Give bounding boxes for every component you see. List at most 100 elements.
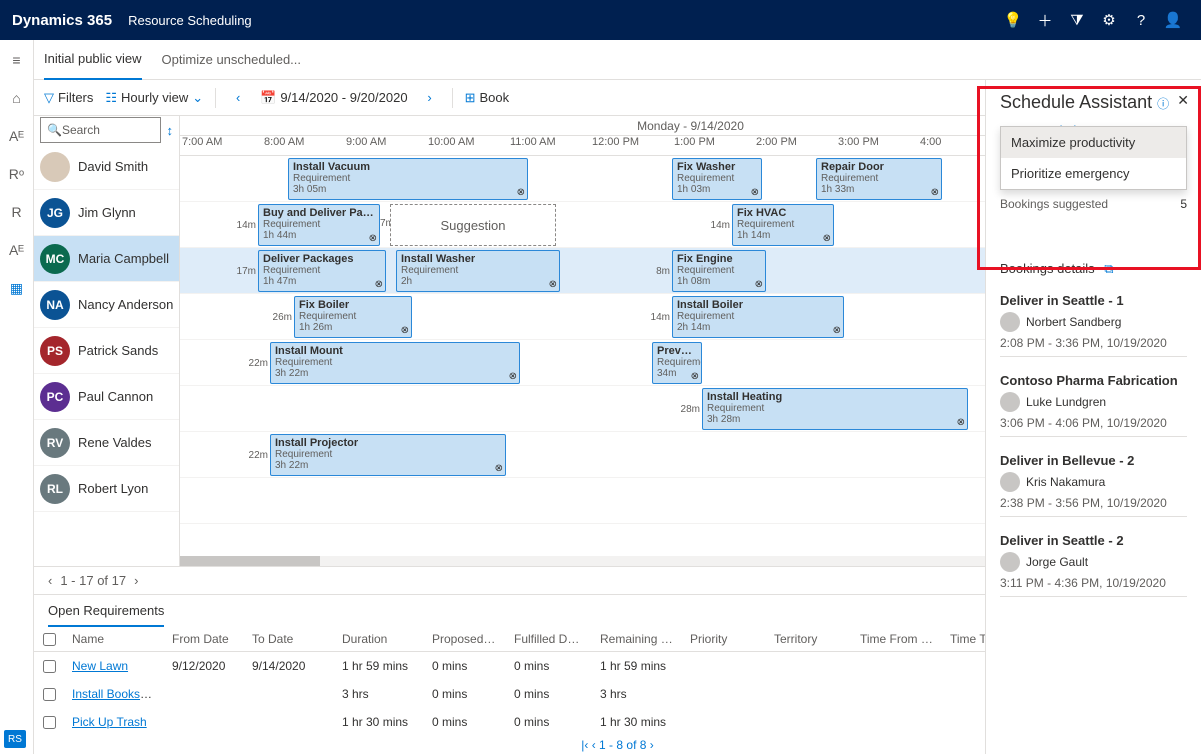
booking-block[interactable]: Install VacuumRequirement3h 05m⊗ <box>288 158 528 200</box>
bpager-first[interactable]: |‹ <box>581 738 588 752</box>
schedule-board-icon[interactable]: ▦ <box>5 276 29 300</box>
next-range-button[interactable]: › <box>420 90 440 105</box>
nav-icon-1[interactable]: Aᴱ <box>5 124 29 148</box>
booking-block[interactable]: Install ProjectorRequirement3h 22m⊗ <box>270 434 506 476</box>
resource-name: Robert Lyon <box>78 481 148 496</box>
avatar: MC <box>40 244 70 274</box>
tab-initial-public-view[interactable]: Initial public view <box>44 40 142 80</box>
avatar: PC <box>40 382 70 412</box>
lightbulb-icon[interactable]: 💡 <box>997 4 1029 36</box>
detail-time: 3:06 PM - 4:06 PM, 10/19/2020 <box>1000 416 1187 437</box>
select-all-checkbox[interactable] <box>43 633 56 646</box>
gear-icon[interactable]: ⚙ <box>1093 4 1125 36</box>
booking-block[interactable]: Fix WasherRequirement1h 03m⊗ <box>672 158 762 200</box>
avatar <box>1000 312 1020 332</box>
nav-icon-2[interactable]: Rᵒ <box>5 162 29 186</box>
resource-name: Jim Glynn <box>78 205 136 220</box>
resource-row[interactable]: PSPatrick Sands <box>34 328 179 374</box>
search-input[interactable]: 🔍 Search <box>40 117 161 143</box>
avatar <box>1000 552 1020 572</box>
plus-icon[interactable]: ＋ <box>1029 4 1061 36</box>
resource-name: Nancy Anderson <box>78 297 173 312</box>
bookings-details-label: Bookings details <box>1000 261 1095 276</box>
resource-row[interactable]: RL Robert Lyon <box>34 466 179 512</box>
booking-detail[interactable]: Deliver in Seattle - 2Jorge Gault3:11 PM… <box>1000 533 1187 597</box>
resource-row[interactable]: MCMaria Campbell <box>34 236 179 282</box>
hour-label: 1:00 PM <box>672 136 754 155</box>
suggestion-block[interactable]: Suggestion <box>390 204 556 246</box>
goal-option-productivity[interactable]: Maximize productivity <box>1001 127 1186 158</box>
panel-title: Schedule Assistant ⓘ <box>1000 92 1187 113</box>
resource-row[interactable]: RV Rene Valdes <box>34 420 179 466</box>
person-name: Kris Nakamura <box>1026 475 1105 489</box>
booking-block[interactable]: Install BoilerRequirement2h 14m⊗ <box>672 296 844 338</box>
rs-badge: RS <box>4 730 26 748</box>
requirement-link[interactable]: Install Booksh... <box>72 687 157 701</box>
bpager-prev[interactable]: ‹ <box>592 738 596 752</box>
detail-time: 2:38 PM - 3:56 PM, 10/19/2020 <box>1000 496 1187 517</box>
lock-icon: ⊗ <box>691 371 699 382</box>
hour-label: 10:00 AM <box>426 136 508 155</box>
booking-detail[interactable]: Deliver in Bellevue - 2Kris Nakamura2:38… <box>1000 453 1187 517</box>
row-checkbox[interactable] <box>43 688 56 701</box>
lock-icon: ⊗ <box>509 371 517 382</box>
row-checkbox[interactable] <box>43 660 56 673</box>
hour-label: 9:00 AM <box>344 136 426 155</box>
user-icon[interactable]: 👤 <box>1157 4 1189 36</box>
prev-range-button[interactable]: ‹ <box>228 90 248 105</box>
hourly-view-dropdown[interactable]: ☷Hourly view⌄ <box>105 90 203 106</box>
filter-icon[interactable]: ⧩ <box>1061 4 1093 36</box>
avatar: RV <box>40 428 70 458</box>
booking-block[interactable]: Repair DoorRequirement1h 33m⊗ <box>816 158 942 200</box>
filters-button[interactable]: ▽Filters <box>44 90 93 106</box>
resource-name: Rene Valdes <box>78 435 151 450</box>
help-icon[interactable]: ? <box>1125 4 1157 36</box>
requirement-link[interactable]: Pick Up Trash <box>72 715 147 729</box>
sort-icon[interactable]: ↕ <box>167 123 174 138</box>
nav-icon-4[interactable]: Aᴱ <box>5 238 29 262</box>
top-bar: Dynamics 365 Resource Scheduling 💡 ＋ ⧩ ⚙… <box>0 0 1201 40</box>
pager-range: 1 - 17 of 17 <box>60 573 126 588</box>
lock-icon: ⊗ <box>517 187 525 198</box>
goal-option-emergency[interactable]: Prioritize emergency <box>1001 158 1186 189</box>
hamburger-icon[interactable]: ≡ <box>5 48 29 72</box>
lock-icon: ⊗ <box>823 233 831 244</box>
tab-open-requirements[interactable]: Open Requirements <box>48 595 164 627</box>
bpager-next[interactable]: › <box>650 738 654 752</box>
tab-optimize-unscheduled[interactable]: Optimize unscheduled... <box>162 40 301 80</box>
home-icon[interactable]: ⌂ <box>5 86 29 110</box>
booking-block[interactable]: PreventRequiremen34m⊗ <box>652 342 702 384</box>
avatar <box>1000 472 1020 492</box>
booking-detail[interactable]: Deliver in Seattle - 1Norbert Sandberg2:… <box>1000 293 1187 357</box>
person-name: Jorge Gault <box>1026 555 1088 569</box>
lock-icon: ⊗ <box>751 187 759 198</box>
booking-block[interactable]: Fix EngineRequirement1h 08m⊗ <box>672 250 766 292</box>
module-name: Resource Scheduling <box>128 13 252 28</box>
booking-detail[interactable]: Contoso Pharma FabricationLuke Lundgren3… <box>1000 373 1187 437</box>
pager-prev[interactable]: ‹ <box>48 573 52 588</box>
popout-icon[interactable]: ⧉ <box>1104 261 1113 276</box>
booking-block[interactable]: Install MountRequirement3h 22m⊗ <box>270 342 520 384</box>
close-icon[interactable]: ✕ <box>1177 92 1189 109</box>
resource-row[interactable]: David Smith <box>34 144 179 190</box>
booking-block[interactable]: Install HeatingRequirement3h 28m⊗ <box>702 388 968 430</box>
avatar: RL <box>40 474 70 504</box>
book-button[interactable]: ⊞Book <box>465 90 510 106</box>
requirement-link[interactable]: New Lawn <box>72 659 128 673</box>
avatar: PS <box>40 336 70 366</box>
booking-block[interactable]: Fix HVACRequirement1h 14m⊗ <box>732 204 834 246</box>
pager-next[interactable]: › <box>134 573 138 588</box>
row-checkbox[interactable] <box>43 716 56 729</box>
lock-icon: ⊗ <box>755 279 763 290</box>
resource-row[interactable]: PCPaul Cannon <box>34 374 179 420</box>
resource-row[interactable]: JGJim Glynn <box>34 190 179 236</box>
resource-row[interactable]: NANancy Anderson <box>34 282 179 328</box>
lock-icon: ⊗ <box>931 187 939 198</box>
avatar <box>1000 392 1020 412</box>
hour-label: 7:00 AM <box>180 136 262 155</box>
nav-icon-3[interactable]: R <box>5 200 29 224</box>
brand: Dynamics 365 <box>12 12 112 29</box>
info-icon[interactable]: ⓘ <box>1157 97 1169 111</box>
detail-title: Deliver in Seattle - 1 <box>1000 293 1187 308</box>
date-range-picker[interactable]: 📅9/14/2020 - 9/20/2020 <box>260 90 407 106</box>
